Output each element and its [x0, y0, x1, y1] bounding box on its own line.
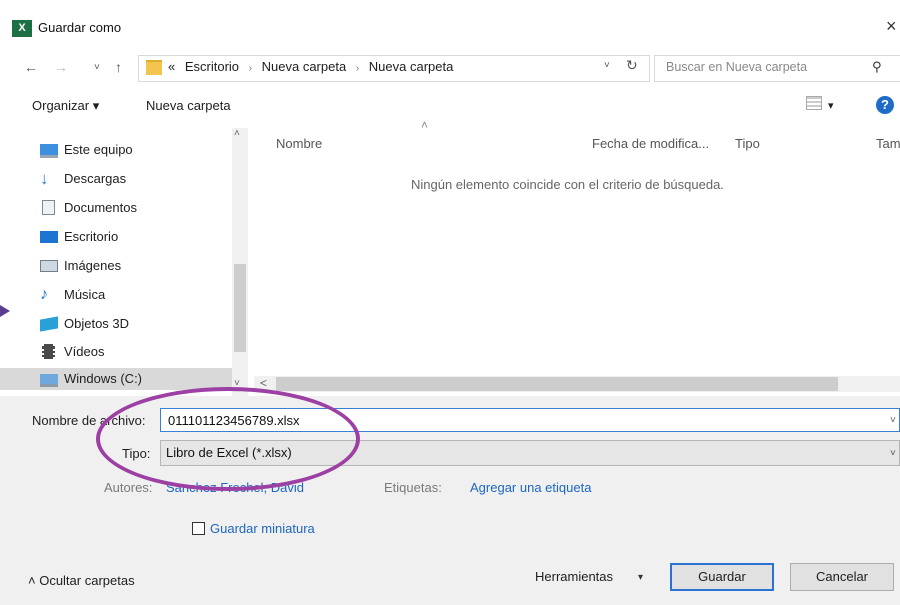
save-button[interactable]: Guardar [670, 563, 774, 591]
image-icon [40, 260, 58, 272]
nav-item-label: Imágenes [64, 258, 122, 273]
breadcrumb[interactable]: « Escritorio › Nueva carpeta › Nueva car… [168, 59, 453, 74]
download-arrow-icon: ↓ [40, 169, 49, 188]
hide-folders-toggle[interactable]: ˄ Ocultar carpetas [28, 573, 135, 588]
nav-item-objetos-3d[interactable]: Objetos 3D [0, 313, 232, 335]
nav-item-label: Música [64, 287, 106, 302]
save-thumbnail-checkbox[interactable] [192, 522, 205, 535]
refresh-icon[interactable]: ↻ [626, 57, 638, 74]
nav-item-este-equipo[interactable]: Este equipo [0, 139, 232, 161]
nav-item-musica[interactable]: ♪ Música [0, 284, 232, 306]
view-dropdown-icon[interactable]: ▾ [828, 99, 834, 112]
cube-3d-icon [40, 316, 58, 332]
breadcrumb-overflow[interactable]: « [168, 59, 175, 74]
forward-arrow-icon[interactable]: → [54, 59, 68, 75]
empty-folder-message: Ningún elemento coincide con el criterio… [411, 177, 724, 192]
authors-label: Autores: [104, 480, 153, 495]
save-thumbnail-label[interactable]: Guardar miniatura [210, 521, 315, 536]
nav-item-imagenes[interactable]: Imágenes [0, 255, 232, 277]
tools-dropdown-icon[interactable]: ▾ [638, 572, 643, 583]
search-icon[interactable]: ⚲ [872, 59, 882, 75]
breadcrumb-separator[interactable]: › [356, 63, 359, 74]
film-icon [42, 344, 55, 359]
breadcrumb-item-nueva-carpeta-current[interactable]: Nueva carpeta [369, 59, 454, 74]
search-placeholder: Buscar en Nueva carpeta [666, 60, 808, 74]
filename-dropdown-chevron-icon[interactable]: ˅ [890, 415, 896, 426]
annotation-highlight-ellipse [96, 387, 360, 491]
music-note-icon: ♪ [40, 286, 48, 303]
drive-icon [40, 374, 58, 387]
navigation-pane-scrollbar[interactable] [232, 128, 248, 396]
annotation-arrow-tip [0, 305, 10, 317]
organize-button[interactable]: Organizar ▾ [32, 98, 99, 114]
breadcrumb-item-nueva-carpeta[interactable]: Nueva carpeta [262, 59, 347, 74]
column-header-tamano[interactable]: Tam [876, 136, 900, 151]
nav-item-label: Windows (C:) [64, 371, 143, 386]
nav-item-documentos[interactable]: Documentos [0, 197, 232, 219]
nav-item-label: Objetos 3D [64, 316, 130, 331]
desktop-icon [40, 231, 58, 243]
up-folder-arrow-icon[interactable]: ↑ [115, 59, 122, 75]
column-header-tipo[interactable]: Tipo [735, 136, 760, 151]
tools-menu-button[interactable]: Herramientas [535, 569, 613, 584]
breadcrumb-separator[interactable]: › [249, 63, 252, 74]
nav-item-videos[interactable]: Vídeos [0, 341, 232, 363]
tags-label: Etiquetas: [384, 480, 442, 495]
column-header-fecha[interactable]: Fecha de modifica... [592, 136, 709, 151]
cancel-button[interactable]: Cancelar [790, 563, 894, 591]
navigation-pane-scroll-thumb[interactable] [234, 264, 246, 352]
nav-item-label: Documentos [64, 200, 137, 215]
window-title: Guardar como [38, 20, 122, 35]
file-list-scroll-thumb[interactable] [276, 377, 838, 391]
back-arrow-icon[interactable]: ← [24, 59, 38, 75]
breadcrumb-item-escritorio[interactable]: Escritorio [185, 59, 239, 74]
scroll-up-chevron-icon[interactable]: ˄ [234, 128, 240, 139]
view-options-icon[interactable] [806, 96, 822, 110]
sort-ascending-icon: ˄ [421, 118, 429, 132]
address-dropdown-icon[interactable]: ˅ [604, 60, 610, 71]
nav-item-windows-c[interactable]: Windows (C:) [0, 368, 232, 390]
help-icon[interactable]: ? [876, 96, 894, 114]
nav-item-escritorio[interactable]: Escritorio [0, 226, 232, 248]
nav-item-label: Este equipo [64, 142, 133, 157]
folder-icon [146, 60, 162, 75]
close-button[interactable]: × [886, 16, 900, 37]
excel-app-icon: X [12, 20, 32, 37]
column-header-nombre[interactable]: Nombre [276, 136, 322, 151]
nav-item-label: Descargas [64, 171, 127, 186]
nav-item-descargas[interactable]: ↓ Descargas [0, 168, 232, 190]
computer-icon [40, 144, 58, 158]
new-folder-button[interactable]: Nueva carpeta [146, 98, 231, 113]
nav-item-label: Vídeos [64, 344, 105, 359]
nav-item-label: Escritorio [64, 229, 119, 244]
add-tag-link[interactable]: Agregar una etiqueta [470, 480, 591, 495]
file-type-dropdown-chevron-icon[interactable]: ˅ [890, 448, 896, 459]
document-icon [42, 200, 55, 215]
recent-locations-chevron-icon[interactable]: ˅ [94, 62, 100, 73]
title-bar [0, 0, 900, 52]
